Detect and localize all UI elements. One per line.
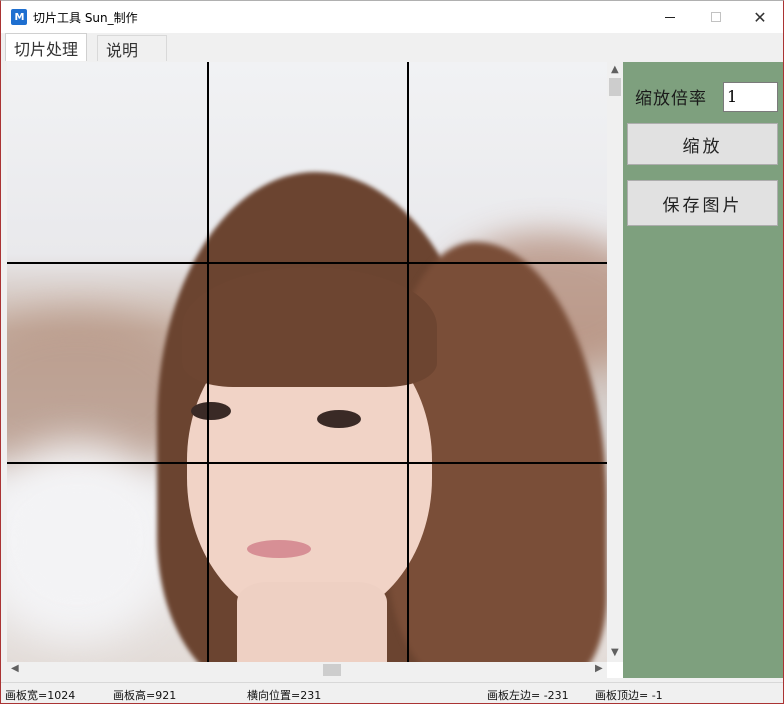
image-canvas[interactable] — [7, 62, 607, 662]
zoom-ratio-input[interactable]: 1 — [723, 82, 778, 112]
scroll-right-icon[interactable]: ▶ — [595, 664, 603, 674]
window-title: 切片工具 Sun_制作 — [33, 11, 138, 25]
horizontal-scrollbar[interactable]: ◀ ▶ — [7, 662, 607, 678]
scroll-up-icon[interactable]: ▲ — [611, 65, 619, 75]
canvas-viewport: ▲ ▼ ◀ ▶ — [7, 62, 623, 678]
status-horizontal-position: 横向位置=231 — [247, 689, 322, 702]
maximize-icon — [711, 12, 721, 22]
horizontal-scroll-thumb[interactable] — [323, 664, 341, 676]
vertical-scrollbar[interactable]: ▲ ▼ — [607, 62, 623, 662]
tab-bar: 切片处理 说明 — [1, 33, 783, 61]
grid-line-horizontal-1 — [7, 262, 607, 264]
scroll-left-icon[interactable]: ◀ — [11, 664, 19, 674]
control-panel: 缩放倍率 1 缩放 保存图片 — [623, 62, 783, 678]
maximize-button[interactable] — [693, 1, 739, 33]
zoom-ratio-label: 缩放倍率 — [635, 89, 707, 109]
tab-slice-processing[interactable]: 切片处理 — [5, 33, 88, 61]
close-button[interactable]: ✕ — [737, 1, 783, 33]
grid-line-vertical-2 — [407, 62, 409, 662]
title-bar: M 切片工具 Sun_制作 ✕ — [1, 1, 783, 33]
tab-instructions[interactable]: 说明 — [97, 35, 167, 61]
close-icon: ✕ — [753, 7, 767, 27]
status-bar: 画板宽=1024 画板高=921 横向位置=231 画板左边= -231 画板顶… — [1, 682, 783, 703]
neck — [237, 582, 387, 662]
vertical-scroll-thumb[interactable] — [609, 78, 621, 96]
minimize-button[interactable] — [647, 1, 693, 33]
app-logo-icon: M — [11, 9, 27, 25]
grid-line-horizontal-2 — [7, 462, 607, 464]
status-canvas-top: 画板顶边= -1 — [595, 689, 663, 702]
left-eye — [191, 402, 231, 420]
zoom-button[interactable]: 缩放 — [627, 123, 778, 165]
scroll-down-icon[interactable]: ▼ — [611, 648, 619, 658]
status-canvas-height: 画板高=921 — [113, 689, 177, 702]
lips — [247, 540, 311, 558]
right-eye — [317, 410, 361, 428]
save-image-button[interactable]: 保存图片 — [627, 180, 778, 226]
background-snow — [7, 442, 177, 642]
app-window: M 切片工具 Sun_制作 ✕ 切片处理 说明 ▲ ▼ ◀ ▶ 缩放倍率 1 缩… — [0, 0, 784, 704]
bangs — [182, 267, 437, 387]
status-canvas-left: 画板左边= -231 — [487, 689, 569, 702]
grid-line-vertical-1 — [207, 62, 209, 662]
status-canvas-width: 画板宽=1024 — [5, 689, 76, 702]
minimize-icon — [665, 16, 675, 18]
